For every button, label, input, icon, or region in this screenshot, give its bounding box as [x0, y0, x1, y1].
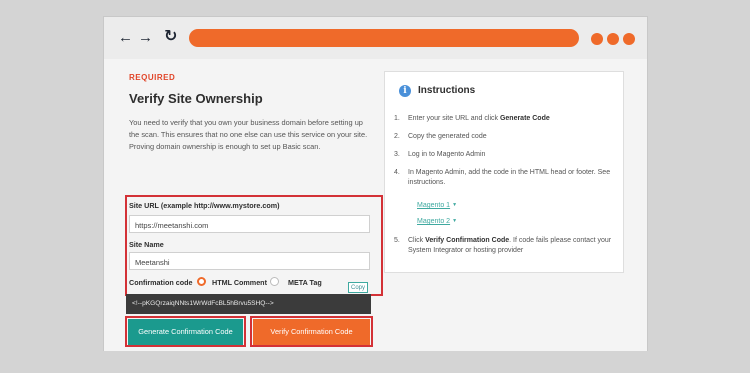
page-title: Verify Site Ownership	[129, 91, 263, 106]
instructions-title: Instructions	[418, 85, 476, 96]
info-icon: i	[399, 85, 411, 97]
site-name-label: Site Name	[129, 240, 164, 249]
site-url-input[interactable]: https://meetanshi.com	[129, 215, 370, 233]
menu-dot-icon[interactable]	[607, 33, 619, 45]
browser-window: ← → ↻ REQUIRED Verify Site Ownership You…	[103, 16, 648, 351]
confirmation-code-label: Confirmation code	[129, 278, 193, 287]
caret-down-icon: ▼	[452, 218, 458, 225]
instruction-step: 2. Copy the generated code	[394, 133, 487, 140]
menu-dot-icon[interactable]	[591, 33, 603, 45]
instruction-step: 3. Log in to Magento Admin	[394, 151, 486, 158]
browser-toolbar: ← → ↻	[104, 17, 647, 59]
instruction-step: 5. Click Verify Confirmation Code. If cod…	[394, 237, 612, 254]
site-url-label: Site URL (example http://www.mystore.com…	[129, 201, 280, 210]
instructions-panel: i Instructions 1. Enter your site URL and…	[384, 71, 624, 273]
magento-1-link[interactable]: Magento 1 ▼	[417, 202, 457, 209]
radio-html-comment[interactable]	[197, 277, 206, 286]
confirmation-code-field[interactable]: <!--pKGQrzaiqNNts1WrWdFcBL5hBrvu5SHQ-->	[126, 294, 371, 314]
reload-icon[interactable]: ↻	[164, 29, 177, 45]
radio-label-html-comment: HTML Comment	[212, 278, 267, 287]
menu-dot-icon[interactable]	[623, 33, 635, 45]
address-bar[interactable]	[189, 29, 579, 47]
verify-code-button[interactable]: Verify Confirmation Code	[253, 319, 370, 345]
radio-meta-tag[interactable]	[270, 277, 279, 286]
description-text: You need to verify that you own your bus…	[129, 118, 368, 151]
magento-2-link[interactable]: Magento 2 ▼	[417, 218, 457, 225]
generate-code-button[interactable]: Generate Confirmation Code	[128, 319, 243, 345]
required-label: REQUIRED	[129, 73, 176, 82]
caret-down-icon: ▼	[452, 202, 458, 209]
copy-button[interactable]: Copy	[348, 282, 368, 293]
page-content: REQUIRED Verify Site Ownership You need …	[104, 59, 647, 351]
arrow-right-icon[interactable]: →	[138, 30, 153, 45]
arrow-left-icon[interactable]: ←	[118, 30, 133, 45]
instruction-step: 1. Enter your site URL and click Generate…	[394, 115, 550, 122]
instruction-step: 4. In Magento Admin, add the code in the …	[394, 169, 611, 186]
radio-label-meta-tag: META Tag	[288, 278, 322, 287]
site-name-input[interactable]: Meetanshi	[129, 252, 370, 270]
